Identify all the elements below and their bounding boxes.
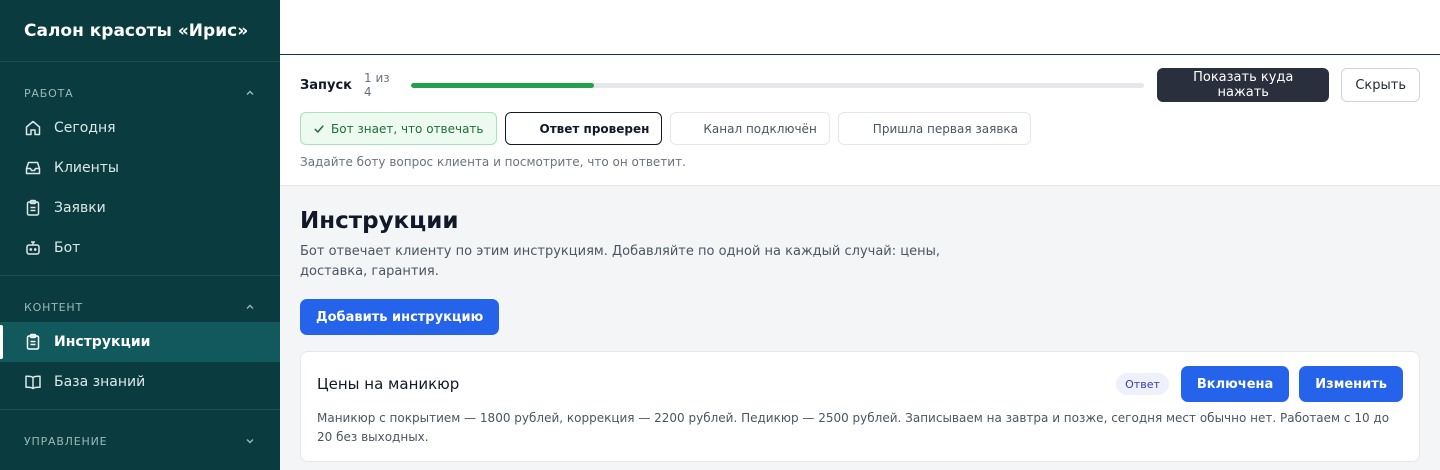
sidebar-item-label: Заявки (54, 200, 106, 216)
sidebar-item-instructions[interactable]: Инструкции (0, 322, 280, 362)
onboarding-progress-bar (411, 82, 1145, 88)
brand-title: Салон красоты «Ирис» (0, 0, 280, 62)
top-bar (280, 0, 1440, 55)
onboarding-step-answer-checked[interactable]: Ответ проверен (504, 112, 663, 145)
onboarding-step-counter: 1 из 4 (364, 71, 390, 99)
chevron-up-icon (246, 304, 254, 309)
onboarding-steps: Бот знает, что отвечать Ответ проверен К… (300, 112, 1031, 145)
sidebar-item-label: Бот (54, 240, 81, 256)
check-icon (314, 124, 324, 133)
sidebar-section-management: УПРАВЛЕНИЕ (0, 426, 280, 456)
bot-icon (26, 241, 40, 255)
clipboard-icon (26, 199, 40, 216)
sidebar-section-title: УПРАВЛЕНИЕ (24, 434, 108, 448)
page-description: Бот отвечает клиенту по этим инструкциям… (300, 244, 941, 279)
main-content: Инструкции Бот отвечает клиенту по этим … (300, 186, 1420, 470)
instruction-enabled-toggle[interactable]: Включена (1180, 366, 1290, 402)
home-icon (25, 120, 41, 136)
clipboard-icon (26, 333, 40, 350)
instruction-card: Цены на маникюр Ответ Включена Изменить … (300, 351, 1420, 462)
sidebar-section-header[interactable]: УПРАВЛЕНИЕ (0, 426, 280, 456)
book-icon (25, 375, 41, 390)
sidebar: Салон красоты «Ирис» РАБОТА Сегодня Клие… (0, 0, 280, 470)
sidebar-item-bot[interactable]: Бот (0, 228, 280, 268)
onboarding-step-label: Пришла первая заявка (872, 121, 1018, 136)
onboarding-step-label: Ответ проверен (539, 121, 650, 136)
sidebar-item-requests[interactable]: Заявки (0, 188, 280, 228)
onboarding-step-channel-connected[interactable]: Канал подключён (670, 112, 830, 145)
hide-button[interactable]: Скрыть (1341, 68, 1420, 102)
instruction-body: Маникюр с покрытием — 1800 рублей, корре… (317, 411, 1390, 444)
onboarding-title: Запуск (300, 77, 352, 93)
sidebar-item-clients[interactable]: Клиенты (0, 148, 280, 188)
inbox-icon (25, 161, 41, 175)
onboarding-step-label: Бот знает, что отвечать (331, 121, 484, 136)
onboarding-step-first-request[interactable]: Пришла первая заявка (837, 112, 1031, 145)
sidebar-item-label: Сегодня (54, 120, 116, 136)
onboarding-panel: Запуск 1 из 4 Показать куда нажать Скрыт… (280, 55, 1440, 186)
sidebar-item-today[interactable]: Сегодня (0, 108, 280, 148)
chevron-down-icon (246, 439, 254, 444)
onboarding-step-bot-knows[interactable]: Бот знает, что отвечать (300, 112, 497, 145)
sidebar-item-label: Клиенты (54, 160, 119, 176)
page-title: Инструкции (300, 208, 459, 234)
onboarding-hint: Задайте боту вопрос клиента и посмотрите… (300, 155, 686, 169)
sidebar-section-content: КОНТЕНТ Инструкции База знаний (0, 292, 280, 410)
sidebar-section-title: РАБОТА (24, 86, 74, 100)
show-where-button[interactable]: Показать куда нажать (1157, 68, 1330, 102)
chevron-up-icon (246, 90, 254, 95)
instruction-type-badge: Ответ (1116, 373, 1169, 395)
onboarding-progress-fill (411, 82, 595, 88)
add-instruction-button[interactable]: Добавить инструкцию (300, 299, 500, 335)
sidebar-section-work: РАБОТА Сегодня Клиенты Заявки Бот (0, 78, 280, 276)
sidebar-section-header[interactable]: РАБОТА (0, 78, 280, 108)
sidebar-section-title: КОНТЕНТ (24, 300, 83, 314)
sidebar-item-knowledge-base[interactable]: База знаний (0, 362, 280, 402)
sidebar-item-label: Инструкции (54, 334, 151, 350)
edit-instruction-button[interactable]: Изменить (1299, 366, 1403, 402)
onboarding-step-label: Канал подключён (703, 121, 817, 136)
sidebar-section-header[interactable]: КОНТЕНТ (0, 292, 280, 322)
sidebar-item-label: База знаний (54, 374, 146, 390)
instruction-title: Цены на маникюр (317, 375, 460, 393)
